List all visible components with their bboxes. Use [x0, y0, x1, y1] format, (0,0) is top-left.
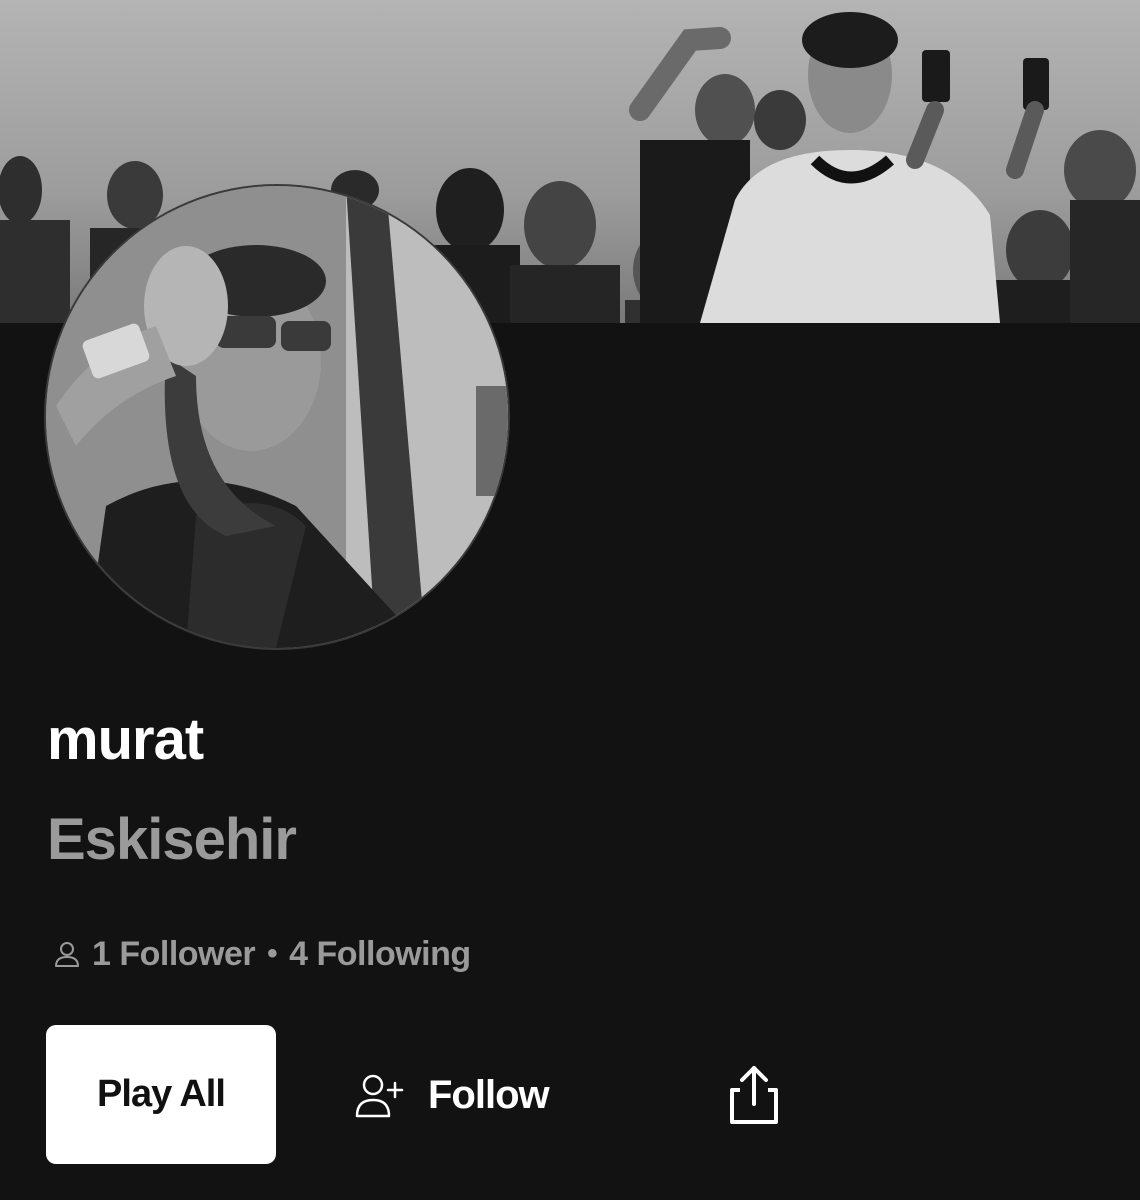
share-button[interactable]	[722, 1062, 786, 1128]
follower-stats: 1 Follower • 4 Following	[52, 930, 471, 978]
profile-page: murat Eskisehir 1 Follower • 4 Following…	[0, 0, 1140, 1200]
stats-separator: •	[267, 937, 278, 970]
play-all-button[interactable]: Play All	[46, 1025, 276, 1164]
profile-location: Eskisehir	[47, 807, 297, 872]
profile-username: murat	[47, 707, 204, 772]
user-icon	[52, 939, 82, 969]
share-icon	[722, 1066, 786, 1131]
followers-count-link[interactable]: 1 Follower	[92, 935, 256, 974]
follow-label: Follow	[428, 1072, 550, 1117]
follow-button[interactable]: Follow	[352, 1060, 550, 1130]
add-user-icon	[352, 1068, 406, 1122]
profile-avatar[interactable]	[46, 186, 508, 648]
following-count-link[interactable]: 4 Following	[289, 935, 471, 974]
